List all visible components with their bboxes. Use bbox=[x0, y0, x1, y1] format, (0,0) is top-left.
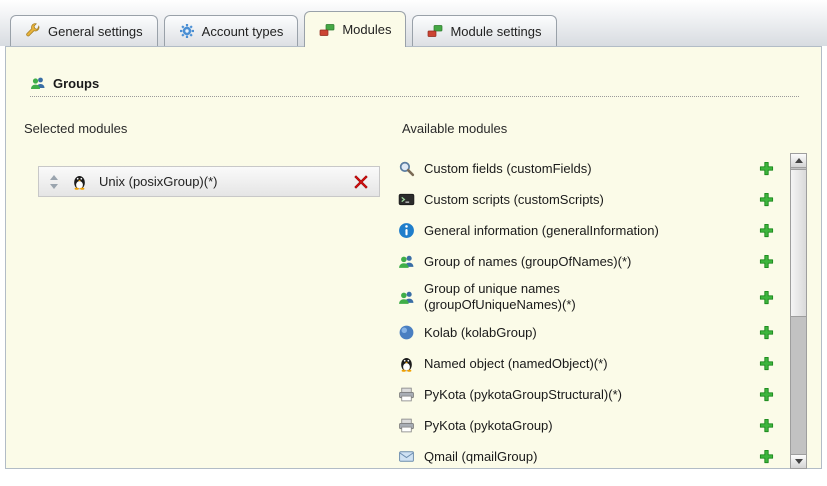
available-module-row: Named object (namedObject)(*) bbox=[398, 348, 782, 379]
remove-module-button[interactable] bbox=[353, 174, 369, 190]
selected-module-row[interactable]: Unix (posixGroup)(*) bbox=[38, 166, 380, 197]
content-panel: Groups Selected modules Unix (posixGroup… bbox=[5, 46, 822, 469]
available-module-row: Qmail (qmailGroup) bbox=[398, 441, 782, 472]
green-plus-icon bbox=[759, 290, 774, 305]
module-label: General information (generalInformation) bbox=[424, 223, 659, 238]
module-label: Named object (namedObject)(*) bbox=[424, 356, 608, 371]
triangle-up-icon bbox=[795, 158, 803, 163]
available-module-row: PyKota (pykotaGroup) bbox=[398, 410, 782, 441]
green-plus-icon bbox=[759, 418, 774, 433]
groups-icon bbox=[30, 75, 46, 91]
scrollbar-up-button[interactable] bbox=[790, 153, 807, 168]
add-module-button[interactable] bbox=[759, 161, 774, 176]
linux-penguin-icon bbox=[398, 355, 415, 372]
linux-penguin-icon bbox=[71, 173, 88, 190]
tab-general-settings[interactable]: General settings bbox=[10, 15, 158, 46]
add-module-button[interactable] bbox=[759, 418, 774, 433]
modules-icon bbox=[319, 22, 335, 38]
available-module-row: Group of unique names (groupOfUniqueName… bbox=[398, 277, 782, 317]
tab-label: General settings bbox=[48, 24, 143, 39]
tab-module-settings[interactable]: Module settings bbox=[412, 15, 556, 46]
available-module-row: PyKota (pykotaGroupStructural)(*) bbox=[398, 379, 782, 410]
script-icon bbox=[398, 191, 415, 208]
gear-icon bbox=[179, 23, 195, 39]
tab-bar: General settings Account types Modules M… bbox=[0, 0, 827, 46]
module-label: Qmail (qmailGroup) bbox=[424, 449, 537, 464]
printer-icon bbox=[398, 386, 415, 403]
available-module-row: Custom scripts (customScripts) bbox=[398, 184, 782, 215]
scrollbar-thumb[interactable] bbox=[790, 169, 807, 317]
tab-account-types[interactable]: Account types bbox=[164, 15, 299, 46]
scrollbar-track[interactable] bbox=[790, 153, 807, 469]
module-label: Group of names (groupOfNames)(*) bbox=[424, 254, 631, 269]
section-header: Groups bbox=[30, 75, 799, 91]
tab-modules[interactable]: Modules bbox=[304, 11, 406, 47]
available-module-row: Kolab (kolabGroup) bbox=[398, 317, 782, 348]
add-module-button[interactable] bbox=[759, 290, 774, 305]
green-plus-icon bbox=[759, 161, 774, 176]
group-icon bbox=[398, 253, 415, 270]
available-modules-list: Custom fields (customFields) bbox=[398, 153, 782, 472]
module-settings-icon bbox=[427, 23, 443, 39]
module-label: Group of unique names (groupOfUniqueName… bbox=[424, 281, 649, 312]
green-plus-icon bbox=[759, 449, 774, 464]
add-module-button[interactable] bbox=[759, 254, 774, 269]
add-module-button[interactable] bbox=[759, 449, 774, 464]
module-label: Custom fields (customFields) bbox=[424, 161, 592, 176]
info-icon bbox=[398, 222, 415, 239]
tab-label: Account types bbox=[202, 24, 284, 39]
add-module-button[interactable] bbox=[759, 356, 774, 371]
selected-modules-column: Selected modules Unix (posixGroup)(*) bbox=[20, 121, 398, 472]
magnifier-icon bbox=[398, 160, 415, 177]
kolab-icon bbox=[398, 324, 415, 341]
mail-icon bbox=[398, 448, 415, 465]
available-module-row: General information (generalInformation) bbox=[398, 215, 782, 246]
triangle-down-icon bbox=[795, 459, 803, 464]
group-icon bbox=[398, 289, 415, 306]
add-module-button[interactable] bbox=[759, 223, 774, 238]
green-plus-icon bbox=[759, 387, 774, 402]
add-module-button[interactable] bbox=[759, 192, 774, 207]
module-label: Kolab (kolabGroup) bbox=[424, 325, 537, 340]
wrench-icon bbox=[25, 23, 41, 39]
available-modules-column: Available modules Custom fields (customF… bbox=[398, 121, 807, 472]
available-module-row: Custom fields (customFields) bbox=[398, 153, 782, 184]
section-divider bbox=[30, 96, 799, 97]
add-module-button[interactable] bbox=[759, 387, 774, 402]
green-plus-icon bbox=[759, 254, 774, 269]
available-modules-heading: Available modules bbox=[402, 121, 807, 136]
module-label: PyKota (pykotaGroupStructural)(*) bbox=[424, 387, 622, 402]
drag-handle-icon[interactable] bbox=[49, 174, 60, 190]
available-module-row: Group of names (groupOfNames)(*) bbox=[398, 246, 782, 277]
green-plus-icon bbox=[759, 223, 774, 238]
lam-config-window: General settings Account types Modules M… bbox=[0, 0, 827, 486]
module-label: Custom scripts (customScripts) bbox=[424, 192, 604, 207]
tab-label: Modules bbox=[342, 22, 391, 37]
red-x-icon bbox=[353, 174, 369, 190]
tab-label: Module settings bbox=[450, 24, 541, 39]
section-title: Groups bbox=[53, 76, 99, 91]
green-plus-icon bbox=[759, 192, 774, 207]
add-module-button[interactable] bbox=[759, 325, 774, 340]
module-label: PyKota (pykotaGroup) bbox=[424, 418, 553, 433]
selected-modules-heading: Selected modules bbox=[24, 121, 398, 136]
printer-icon bbox=[398, 417, 415, 434]
selected-module-label: Unix (posixGroup)(*) bbox=[99, 174, 217, 189]
green-plus-icon bbox=[759, 356, 774, 371]
green-plus-icon bbox=[759, 325, 774, 340]
scrollbar-down-button[interactable] bbox=[790, 454, 807, 469]
